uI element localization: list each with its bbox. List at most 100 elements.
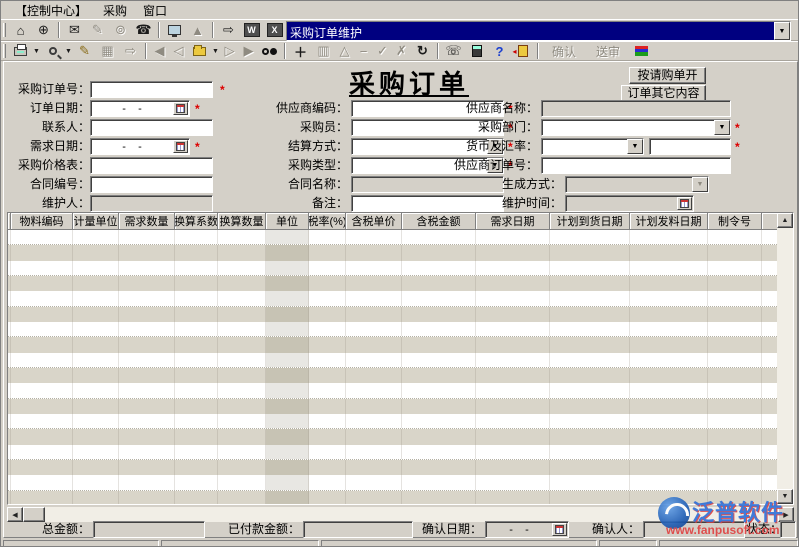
grid-cell[interactable]: [11, 261, 73, 275]
grid-cell[interactable]: [476, 291, 550, 305]
grid-cell[interactable]: [476, 491, 550, 505]
grid-cell[interactable]: [630, 337, 708, 352]
grid-cell[interactable]: [11, 475, 73, 489]
grid-cell[interactable]: [550, 230, 630, 244]
grid-row[interactable]: [8, 445, 793, 460]
grid-cell[interactable]: [309, 276, 346, 291]
menu-control-center[interactable]: 【控制中心】: [7, 1, 95, 20]
grid-cell[interactable]: [402, 261, 476, 275]
contact-input[interactable]: [90, 119, 213, 136]
grid-cell[interactable]: [218, 429, 266, 444]
menu-purchase[interactable]: 采购: [95, 1, 135, 20]
grid-cell[interactable]: [309, 491, 346, 505]
prev-icon[interactable]: ◁: [169, 42, 188, 60]
exchange-rate-input[interactable]: [649, 138, 731, 155]
grid-cell[interactable]: [630, 429, 708, 444]
grid-cell[interactable]: [73, 261, 119, 275]
grid-cell[interactable]: [218, 383, 266, 397]
edit-icon[interactable]: ✎: [73, 42, 96, 60]
exit-icon[interactable]: [511, 42, 534, 60]
grid-cell[interactable]: [402, 322, 476, 336]
grid-cell[interactable]: [550, 276, 630, 291]
chevron-down-icon[interactable]: ▼: [714, 120, 730, 135]
up-icon[interactable]: △: [335, 42, 354, 60]
grid-cell[interactable]: [175, 261, 218, 275]
grid-cell[interactable]: [630, 245, 708, 260]
grid-cell[interactable]: [708, 491, 762, 505]
grid-cell[interactable]: [119, 322, 175, 336]
contacts-icon[interactable]: ☏: [442, 42, 465, 60]
grid-cell[interactable]: [346, 230, 402, 244]
confirm-button[interactable]: 确认: [542, 42, 586, 61]
grid-cell[interactable]: [309, 368, 346, 383]
grid-cell[interactable]: [266, 429, 309, 444]
grid-cell[interactable]: [218, 445, 266, 459]
grid-cell[interactable]: [11, 276, 73, 291]
grid-cell[interactable]: [550, 383, 630, 397]
po-no-input[interactable]: [90, 81, 213, 98]
grid-cell[interactable]: [73, 307, 119, 322]
grid-cell[interactable]: [309, 261, 346, 275]
grid-cell[interactable]: [119, 491, 175, 505]
scroll-right-icon[interactable]: ▶: [778, 507, 794, 522]
help-icon[interactable]: ?: [488, 42, 511, 60]
grid-cell[interactable]: [630, 307, 708, 322]
grid-cell[interactable]: [11, 491, 73, 505]
calendar-icon[interactable]: [173, 140, 188, 153]
grid-cell[interactable]: [266, 399, 309, 414]
grid-cell[interactable]: [175, 399, 218, 414]
grid-row[interactable]: [8, 322, 793, 337]
grid-cell[interactable]: [630, 353, 708, 367]
grid-cell[interactable]: [708, 230, 762, 244]
grid-cell[interactable]: [175, 445, 218, 459]
grid-cell[interactable]: [73, 445, 119, 459]
grid-cell[interactable]: [402, 475, 476, 489]
grid-cell[interactable]: [708, 414, 762, 428]
grid-cell[interactable]: [630, 291, 708, 305]
grid-cell[interactable]: [218, 414, 266, 428]
grid-cell[interactable]: [708, 399, 762, 414]
grid-cell[interactable]: [175, 337, 218, 352]
horizontal-scrollbar[interactable]: ◀ ▶: [7, 507, 794, 522]
grid-cell[interactable]: [476, 337, 550, 352]
grid-cell[interactable]: [708, 383, 762, 397]
grid-cell[interactable]: [175, 491, 218, 505]
grid-cell[interactable]: [550, 291, 630, 305]
scroll-up-icon[interactable]: ▲: [777, 213, 793, 228]
grid-cell[interactable]: [708, 261, 762, 275]
grid-cell[interactable]: [550, 445, 630, 459]
grid-cell[interactable]: [402, 445, 476, 459]
grid-cell[interactable]: [630, 322, 708, 336]
grid-cell[interactable]: [708, 445, 762, 459]
grid-cell[interactable]: [476, 383, 550, 397]
grid-cell[interactable]: [476, 245, 550, 260]
grid-cell[interactable]: [476, 429, 550, 444]
grid-cell[interactable]: [630, 230, 708, 244]
grid-cell[interactable]: [346, 276, 402, 291]
grid-cell[interactable]: [708, 245, 762, 260]
grid-cell[interactable]: [11, 429, 73, 444]
grid-cell[interactable]: [218, 230, 266, 244]
grid-cell[interactable]: [476, 261, 550, 275]
remove-icon[interactable]: −: [354, 42, 373, 60]
grid-cell[interactable]: [550, 368, 630, 383]
grid-cell[interactable]: [346, 491, 402, 505]
grid-cell[interactable]: [708, 429, 762, 444]
grid-cell[interactable]: [309, 475, 346, 489]
grid-cell[interactable]: [218, 399, 266, 414]
grid-cell[interactable]: [402, 291, 476, 305]
grid-row[interactable]: [8, 460, 793, 475]
toolbar-grip[interactable]: [3, 44, 6, 58]
export-icon[interactable]: ⇨: [217, 21, 240, 39]
chart-icon[interactable]: ▲: [186, 21, 209, 39]
grid-cell[interactable]: [175, 276, 218, 291]
grid-row[interactable]: [8, 491, 793, 505]
grid-cell[interactable]: [73, 368, 119, 383]
grid-cell[interactable]: [119, 353, 175, 367]
grid-cell[interactable]: [175, 414, 218, 428]
grid-cell[interactable]: [73, 383, 119, 397]
grid-cell[interactable]: [550, 460, 630, 475]
copy-icon[interactable]: ▥: [312, 42, 335, 60]
grid-cell[interactable]: [630, 399, 708, 414]
grid-cell[interactable]: [630, 475, 708, 489]
